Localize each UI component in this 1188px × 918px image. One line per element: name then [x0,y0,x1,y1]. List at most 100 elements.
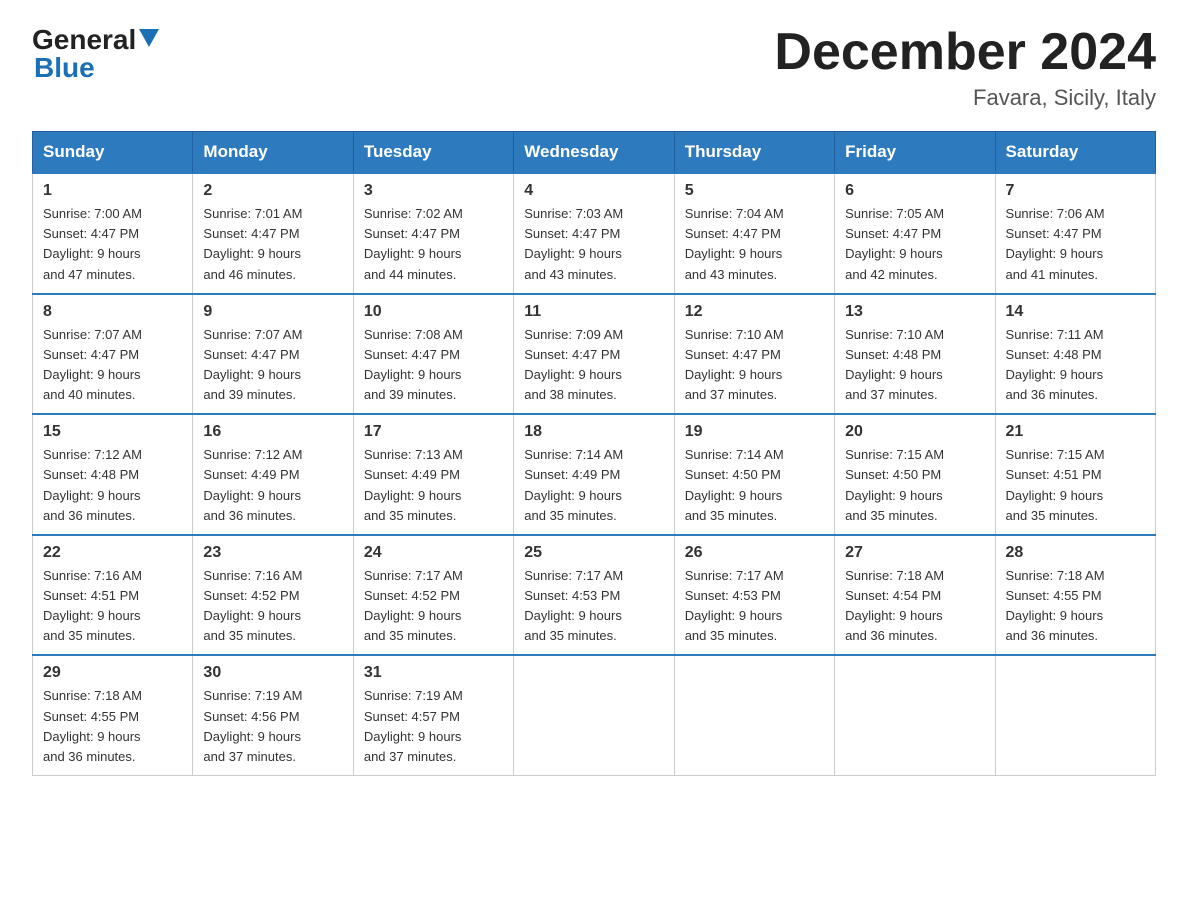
table-row: 1 Sunrise: 7:00 AM Sunset: 4:47 PM Dayli… [33,173,193,294]
day-number: 19 [685,423,824,441]
day-info: Sunrise: 7:14 AM Sunset: 4:49 PM Dayligh… [524,445,663,526]
day-number: 3 [364,182,503,200]
table-row: 28 Sunrise: 7:18 AM Sunset: 4:55 PM Dayl… [995,535,1155,656]
day-number: 29 [43,664,182,682]
day-number: 22 [43,544,182,562]
calendar-week-row: 1 Sunrise: 7:00 AM Sunset: 4:47 PM Dayli… [33,173,1156,294]
day-info: Sunrise: 7:09 AM Sunset: 4:47 PM Dayligh… [524,325,663,406]
day-number: 11 [524,303,663,321]
logo-blue: Blue [34,52,95,83]
day-number: 23 [203,544,342,562]
day-info: Sunrise: 7:10 AM Sunset: 4:48 PM Dayligh… [845,325,984,406]
table-row: 6 Sunrise: 7:05 AM Sunset: 4:47 PM Dayli… [835,173,995,294]
col-sunday: Sunday [33,132,193,174]
header-row: Sunday Monday Tuesday Wednesday Thursday… [33,132,1156,174]
day-number: 14 [1006,303,1145,321]
day-info: Sunrise: 7:18 AM Sunset: 4:55 PM Dayligh… [43,686,182,767]
table-row: 22 Sunrise: 7:16 AM Sunset: 4:51 PM Dayl… [33,535,193,656]
day-info: Sunrise: 7:02 AM Sunset: 4:47 PM Dayligh… [364,204,503,285]
table-row: 12 Sunrise: 7:10 AM Sunset: 4:47 PM Dayl… [674,294,834,415]
table-row: 17 Sunrise: 7:13 AM Sunset: 4:49 PM Dayl… [353,414,513,535]
day-number: 17 [364,423,503,441]
table-row: 3 Sunrise: 7:02 AM Sunset: 4:47 PM Dayli… [353,173,513,294]
day-info: Sunrise: 7:19 AM Sunset: 4:56 PM Dayligh… [203,686,342,767]
logo-triangle-icon [139,29,159,47]
day-number: 7 [1006,182,1145,200]
day-info: Sunrise: 7:12 AM Sunset: 4:49 PM Dayligh… [203,445,342,526]
col-friday: Friday [835,132,995,174]
table-row [835,655,995,775]
day-info: Sunrise: 7:10 AM Sunset: 4:47 PM Dayligh… [685,325,824,406]
table-row: 19 Sunrise: 7:14 AM Sunset: 4:50 PM Dayl… [674,414,834,535]
day-number: 15 [43,423,182,441]
month-title: December 2024 [774,24,1156,81]
table-row: 31 Sunrise: 7:19 AM Sunset: 4:57 PM Dayl… [353,655,513,775]
table-row: 16 Sunrise: 7:12 AM Sunset: 4:49 PM Dayl… [193,414,353,535]
day-number: 28 [1006,544,1145,562]
logo: General Blue [32,24,159,84]
day-number: 31 [364,664,503,682]
day-number: 24 [364,544,503,562]
day-info: Sunrise: 7:16 AM Sunset: 4:52 PM Dayligh… [203,566,342,647]
day-number: 4 [524,182,663,200]
day-info: Sunrise: 7:16 AM Sunset: 4:51 PM Dayligh… [43,566,182,647]
day-info: Sunrise: 7:07 AM Sunset: 4:47 PM Dayligh… [43,325,182,406]
table-row: 11 Sunrise: 7:09 AM Sunset: 4:47 PM Dayl… [514,294,674,415]
calendar-week-row: 8 Sunrise: 7:07 AM Sunset: 4:47 PM Dayli… [33,294,1156,415]
day-info: Sunrise: 7:04 AM Sunset: 4:47 PM Dayligh… [685,204,824,285]
page-header: General Blue December 2024 Favara, Sicil… [32,24,1156,111]
title-area: December 2024 Favara, Sicily, Italy [774,24,1156,111]
col-thursday: Thursday [674,132,834,174]
day-info: Sunrise: 7:18 AM Sunset: 4:55 PM Dayligh… [1006,566,1145,647]
day-info: Sunrise: 7:18 AM Sunset: 4:54 PM Dayligh… [845,566,984,647]
day-number: 21 [1006,423,1145,441]
day-info: Sunrise: 7:01 AM Sunset: 4:47 PM Dayligh… [203,204,342,285]
table-row: 5 Sunrise: 7:04 AM Sunset: 4:47 PM Dayli… [674,173,834,294]
day-number: 2 [203,182,342,200]
table-row: 7 Sunrise: 7:06 AM Sunset: 4:47 PM Dayli… [995,173,1155,294]
table-row: 26 Sunrise: 7:17 AM Sunset: 4:53 PM Dayl… [674,535,834,656]
day-info: Sunrise: 7:08 AM Sunset: 4:47 PM Dayligh… [364,325,503,406]
calendar-week-row: 29 Sunrise: 7:18 AM Sunset: 4:55 PM Dayl… [33,655,1156,775]
day-number: 25 [524,544,663,562]
day-info: Sunrise: 7:05 AM Sunset: 4:47 PM Dayligh… [845,204,984,285]
calendar-table: Sunday Monday Tuesday Wednesday Thursday… [32,131,1156,776]
day-number: 8 [43,303,182,321]
table-row: 29 Sunrise: 7:18 AM Sunset: 4:55 PM Dayl… [33,655,193,775]
table-row: 14 Sunrise: 7:11 AM Sunset: 4:48 PM Dayl… [995,294,1155,415]
day-info: Sunrise: 7:07 AM Sunset: 4:47 PM Dayligh… [203,325,342,406]
day-number: 16 [203,423,342,441]
table-row [674,655,834,775]
table-row: 30 Sunrise: 7:19 AM Sunset: 4:56 PM Dayl… [193,655,353,775]
table-row: 20 Sunrise: 7:15 AM Sunset: 4:50 PM Dayl… [835,414,995,535]
day-number: 13 [845,303,984,321]
table-row: 25 Sunrise: 7:17 AM Sunset: 4:53 PM Dayl… [514,535,674,656]
table-row: 8 Sunrise: 7:07 AM Sunset: 4:47 PM Dayli… [33,294,193,415]
day-number: 20 [845,423,984,441]
day-number: 12 [685,303,824,321]
table-row: 23 Sunrise: 7:16 AM Sunset: 4:52 PM Dayl… [193,535,353,656]
day-number: 5 [685,182,824,200]
day-info: Sunrise: 7:06 AM Sunset: 4:47 PM Dayligh… [1006,204,1145,285]
table-row: 24 Sunrise: 7:17 AM Sunset: 4:52 PM Dayl… [353,535,513,656]
day-info: Sunrise: 7:13 AM Sunset: 4:49 PM Dayligh… [364,445,503,526]
day-number: 9 [203,303,342,321]
table-row [995,655,1155,775]
day-number: 27 [845,544,984,562]
table-row: 9 Sunrise: 7:07 AM Sunset: 4:47 PM Dayli… [193,294,353,415]
table-row: 10 Sunrise: 7:08 AM Sunset: 4:47 PM Dayl… [353,294,513,415]
table-row: 21 Sunrise: 7:15 AM Sunset: 4:51 PM Dayl… [995,414,1155,535]
table-row: 2 Sunrise: 7:01 AM Sunset: 4:47 PM Dayli… [193,173,353,294]
calendar-week-row: 15 Sunrise: 7:12 AM Sunset: 4:48 PM Dayl… [33,414,1156,535]
day-info: Sunrise: 7:19 AM Sunset: 4:57 PM Dayligh… [364,686,503,767]
day-number: 26 [685,544,824,562]
day-number: 1 [43,182,182,200]
day-number: 18 [524,423,663,441]
col-tuesday: Tuesday [353,132,513,174]
day-info: Sunrise: 7:17 AM Sunset: 4:52 PM Dayligh… [364,566,503,647]
day-info: Sunrise: 7:14 AM Sunset: 4:50 PM Dayligh… [685,445,824,526]
table-row: 13 Sunrise: 7:10 AM Sunset: 4:48 PM Dayl… [835,294,995,415]
day-number: 6 [845,182,984,200]
day-info: Sunrise: 7:15 AM Sunset: 4:50 PM Dayligh… [845,445,984,526]
col-saturday: Saturday [995,132,1155,174]
